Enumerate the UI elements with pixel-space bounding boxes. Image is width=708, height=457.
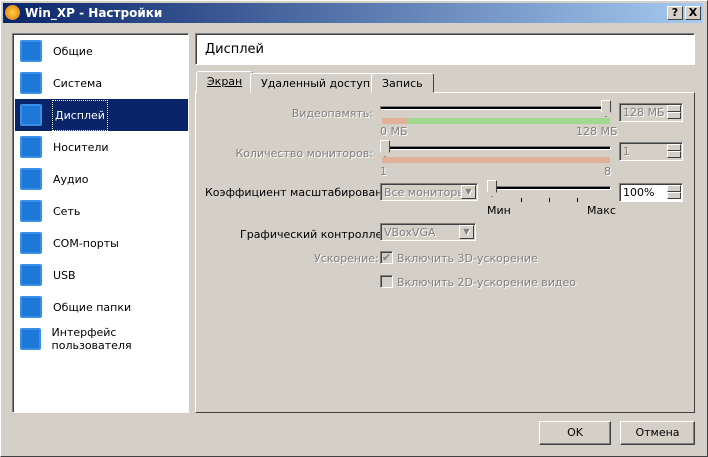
sidebar-item-label: USB [53, 268, 76, 282]
scale-monitor-combo[interactable]: Все мониторы ▼ [380, 183, 478, 201]
video-memory-range-bar [382, 118, 610, 124]
enable-2d-checkbox[interactable] [380, 275, 393, 288]
sidebar-item[interactable]: Дисплей [15, 99, 188, 131]
audio-speaker-icon [20, 168, 42, 190]
spin-arrows[interactable] [667, 144, 681, 159]
system-chip-icon [20, 72, 42, 94]
window-title: Win_XP - Настройки [25, 6, 163, 20]
monitor-count-label: Количество мониторов: [235, 147, 373, 160]
chevron-down-icon: ▼ [461, 185, 476, 199]
sidebar-item-label: Дисплей [52, 99, 108, 131]
sidebar-item-label: Система [53, 76, 103, 90]
user-interface-icon [20, 328, 41, 350]
sidebar-item-label: Аудио [53, 172, 89, 186]
slider-tick [577, 198, 578, 202]
display-monitor-icon [20, 104, 42, 126]
app-gear-icon [5, 5, 20, 20]
sidebar-item[interactable]: Общие [15, 35, 188, 67]
scale-min-label: Мин [487, 204, 511, 217]
enable-3d-label: Включить 3D-ускорение [397, 252, 538, 265]
cancel-button[interactable]: Отмена [620, 421, 695, 445]
video-memory-max: 128 МБ [576, 125, 618, 138]
spin-arrows[interactable] [667, 185, 681, 200]
sidebar-item-label: Общие [53, 44, 93, 58]
slider-tick [521, 198, 522, 202]
usb-icon [20, 264, 42, 286]
monitor-count-max: 8 [604, 165, 611, 178]
general-icon [20, 40, 42, 62]
sidebar-item-label: Сеть [53, 204, 81, 218]
slider-tick [549, 198, 550, 202]
sidebar-item-label: Интерфейс пользователя [51, 326, 132, 352]
scale-max-label: Макс [587, 204, 616, 217]
acceleration-label: Ускорение: [314, 252, 379, 265]
ok-button[interactable]: OK [539, 421, 611, 445]
tab-recording[interactable]: Запись [371, 73, 434, 93]
monitor-count-min: 1 [380, 165, 387, 178]
sidebar-item[interactable]: Сеть [15, 195, 188, 227]
tab-screen[interactable]: Экран [196, 71, 254, 93]
scale-factor-spinbox[interactable]: 100% [619, 183, 683, 202]
shared-folder-icon [20, 296, 42, 318]
title-bar: Win_XP - Настройки ? X [3, 3, 703, 23]
settings-sidebar: Общие Система Дисплей Носители Аудио Сеть COM-… [12, 33, 189, 413]
network-icon [20, 200, 42, 222]
enable-2d-label: Включить 2D-ускорение видео [397, 276, 576, 289]
sidebar-item[interactable]: Носители [15, 131, 188, 163]
sidebar-item[interactable]: USB [15, 259, 188, 291]
graphics-controller-combo[interactable]: VBoxVGA ▼ [380, 223, 476, 241]
sidebar-item-label: Носители [53, 140, 109, 154]
scale-factor-label: Коэффициент масштабирования: [205, 186, 400, 199]
com-port-icon [20, 232, 42, 254]
video-memory-slider[interactable] [380, 106, 611, 110]
spin-arrows[interactable] [667, 105, 681, 120]
sidebar-item-label: COM-порты [53, 236, 119, 250]
sidebar-item[interactable]: Общие папки [15, 291, 188, 323]
sidebar-item[interactable]: COM-порты [15, 227, 188, 259]
sidebar-item[interactable]: Система [15, 67, 188, 99]
help-button[interactable]: ? [667, 6, 683, 20]
monitor-count-slider[interactable] [380, 146, 611, 150]
close-button[interactable]: X [685, 6, 701, 20]
scale-factor-slider[interactable] [487, 186, 611, 190]
sidebar-item[interactable]: Аудио [15, 163, 188, 195]
graphics-controller-label: Графический контроллер: [240, 228, 393, 241]
storage-disk-icon [20, 136, 42, 158]
page-title: Дисплей [195, 33, 695, 65]
monitor-count-spinbox[interactable]: 1 [619, 142, 683, 161]
enable-3d-checkbox[interactable]: ✔ [380, 251, 393, 264]
chevron-down-icon: ▼ [459, 225, 474, 239]
video-memory-min: 0 МБ [380, 125, 408, 138]
video-memory-spinbox[interactable]: 128 МБ [619, 103, 683, 122]
monitor-count-range-bar [382, 157, 610, 163]
sidebar-item[interactable]: Интерфейс пользователя [15, 323, 188, 355]
tab-remote-access[interactable]: Удаленный доступ [250, 73, 382, 93]
sidebar-item-label: Общие папки [53, 300, 132, 314]
video-memory-label: Видеопамять: [291, 107, 373, 120]
